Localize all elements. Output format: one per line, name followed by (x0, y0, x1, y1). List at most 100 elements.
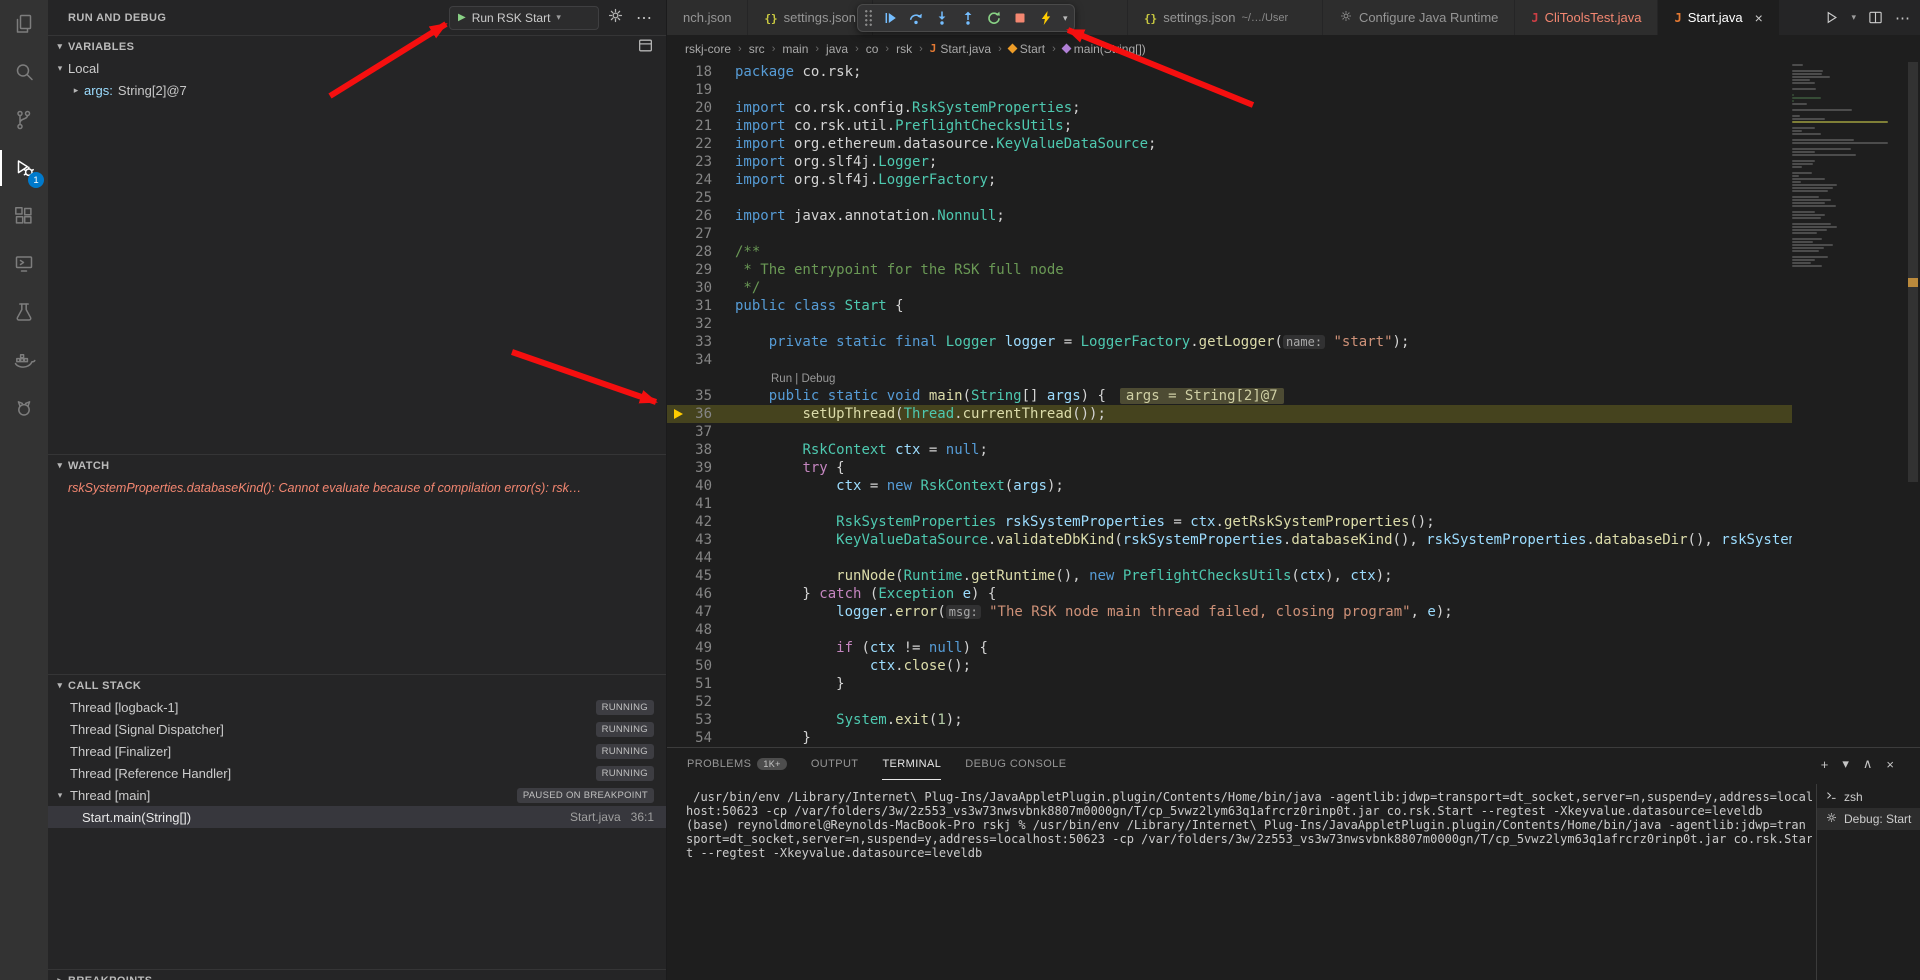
activity-extensions-icon[interactable] (0, 192, 48, 240)
watch-expression[interactable]: rskSystemProperties.databaseKind(): Cann… (48, 476, 666, 495)
gutter[interactable]: 50 (667, 657, 735, 675)
code-line[interactable]: 39 try { (667, 459, 1792, 477)
launch-profile-dropdown-icon[interactable]: ▾ (1842, 756, 1849, 772)
code-line[interactable]: 42 RskSystemProperties rskSystemProperti… (667, 513, 1792, 531)
code-line[interactable]: 24import org.slf4j.LoggerFactory; (667, 171, 1792, 189)
code-line[interactable]: 21import co.rsk.util.PreflightChecksUtil… (667, 117, 1792, 135)
code-text[interactable] (735, 351, 1792, 369)
code-line[interactable]: 52 (667, 693, 1792, 711)
breadcrumb-item[interactable]: co (866, 42, 879, 56)
start-debugging-icon[interactable]: ▶ (458, 12, 466, 23)
code-line[interactable]: 53 System.exit(1); (667, 711, 1792, 729)
gutter[interactable]: 25 (667, 189, 735, 207)
code-text[interactable]: logger.error(msg: "The RSK node main thr… (735, 603, 1792, 621)
tab-nch-json[interactable]: nch.json (667, 0, 748, 35)
code-line[interactable]: 36 setUpThread(Thread.currentThread()); (667, 405, 1792, 423)
code-line[interactable]: 45 runNode(Runtime.getRuntime(), new Pre… (667, 567, 1792, 585)
code-line[interactable]: 47 logger.error(msg: "The RSK node main … (667, 603, 1792, 621)
activity-explorer-icon[interactable] (0, 0, 48, 48)
gutter[interactable]: 54 (667, 729, 735, 747)
code-text[interactable]: import org.ethereum.datasource.KeyValueD… (735, 135, 1792, 153)
gutter[interactable]: 31 (667, 297, 735, 315)
gutter[interactable]: 19 (667, 81, 735, 99)
code-text[interactable] (735, 189, 1792, 207)
code-text[interactable]: public class Start { (735, 297, 1792, 315)
breadcrumb-item[interactable]: main(String[]) (1063, 42, 1146, 56)
gutter[interactable]: 32 (667, 315, 735, 333)
code-text[interactable]: ctx = new RskContext(args); (735, 477, 1792, 495)
gutter[interactable]: 26 (667, 207, 735, 225)
variable-args[interactable]: ▸ args: String[2]@7 (48, 79, 666, 101)
run-dropdown-icon[interactable]: ▾ (1851, 12, 1856, 23)
code-line[interactable]: 40 ctx = new RskContext(args); (667, 477, 1792, 495)
codelens-run-debug-link[interactable]: Run | Debug (735, 373, 835, 385)
code-line[interactable]: 50 ctx.close(); (667, 657, 1792, 675)
code-text[interactable]: private static final Logger logger = Log… (735, 333, 1792, 351)
codelens-row[interactable]: Run | Debug (667, 369, 1792, 387)
code-line[interactable]: 48 (667, 621, 1792, 639)
tab-start-java[interactable]: JStart.java× (1658, 0, 1779, 35)
code-text[interactable]: /** (735, 243, 1792, 261)
code-text[interactable]: runNode(Runtime.getRuntime(), new Prefli… (735, 567, 1792, 585)
code-text[interactable]: RskSystemProperties rskSystemProperties … (735, 513, 1792, 531)
call-stack-row[interactable]: Start.main(String[])Start.java36:1 (48, 806, 666, 828)
panel-tab-terminal[interactable]: TERMINAL (882, 748, 941, 780)
code-line[interactable]: 32 (667, 315, 1792, 333)
gutter[interactable]: 28 (667, 243, 735, 261)
maximize-panel-icon[interactable]: ∧ (1863, 756, 1873, 772)
gutter[interactable] (667, 369, 735, 387)
breadcrumb-item[interactable]: rsk (896, 42, 912, 56)
panel-tab-problems[interactable]: PROBLEMS1K+ (687, 748, 787, 780)
scrollbar-thumb[interactable] (1908, 62, 1918, 482)
code-text[interactable]: package co.rsk; (735, 63, 1792, 81)
close-icon[interactable]: × (1755, 10, 1763, 26)
terminal-session-debug-start[interactable]: Debug: Start (1817, 808, 1920, 830)
call-stack-row[interactable]: ▾Thread [main]PAUSED ON BREAKPOINT (48, 784, 666, 806)
activity-run-and-debug-icon[interactable]: 1 (0, 144, 48, 192)
code-line[interactable]: 51 } (667, 675, 1792, 693)
code-area[interactable]: 18package co.rsk;1920import co.rsk.confi… (667, 63, 1792, 747)
code-line[interactable]: 46 } catch (Exception e) { (667, 585, 1792, 603)
activity-docker-icon[interactable] (0, 336, 48, 384)
code-line[interactable]: 38 RskContext ctx = null; (667, 441, 1792, 459)
gutter[interactable]: 36 (667, 405, 735, 423)
code-text[interactable]: import co.rsk.config.RskSystemProperties… (735, 99, 1792, 117)
code-line[interactable]: 23import org.slf4j.Logger; (667, 153, 1792, 171)
gutter[interactable]: 52 (667, 693, 735, 711)
code-line[interactable]: 28/** (667, 243, 1792, 261)
gutter[interactable]: 30 (667, 279, 735, 297)
call-stack-row[interactable]: Thread [Reference Handler]RUNNING (48, 762, 666, 784)
tab-clitoolstest-java[interactable]: JCliToolsTest.java (1515, 0, 1658, 35)
gutter[interactable]: 34 (667, 351, 735, 369)
activity-search-icon[interactable] (0, 48, 48, 96)
gutter[interactable]: 20 (667, 99, 735, 117)
activity-testing-icon[interactable] (0, 288, 48, 336)
code-line[interactable]: 29 * The entrypoint for the RSK full nod… (667, 261, 1792, 279)
gutter[interactable]: 48 (667, 621, 735, 639)
hot-code-replace-icon[interactable] (1034, 6, 1058, 30)
gutter[interactable]: 27 (667, 225, 735, 243)
code-text[interactable] (735, 423, 1792, 441)
code-text[interactable]: public static void main(String[] args) {… (735, 387, 1792, 405)
new-terminal-icon[interactable]: + (1821, 757, 1829, 772)
close-panel-icon[interactable]: × (1886, 757, 1894, 772)
call-stack-header[interactable]: ▾ CALL STACK (48, 674, 666, 696)
gutter[interactable]: 37 (667, 423, 735, 441)
gutter[interactable]: 22 (667, 135, 735, 153)
code-line[interactable]: 31public class Start { (667, 297, 1792, 315)
restart-icon[interactable] (982, 6, 1006, 30)
more-actions-icon[interactable]: ⋯ (632, 8, 656, 28)
code-text[interactable]: import org.slf4j.Logger; (735, 153, 1792, 171)
code-line[interactable]: 34 (667, 351, 1792, 369)
gutter[interactable]: 38 (667, 441, 735, 459)
code-text[interactable] (735, 621, 1792, 639)
code-line[interactable]: 41 (667, 495, 1792, 513)
run-icon[interactable] (1824, 10, 1839, 25)
activity-paw-icon[interactable] (0, 384, 48, 432)
code-text[interactable] (735, 225, 1792, 243)
stop-icon[interactable] (1008, 6, 1032, 30)
activity-remote-explorer-icon[interactable] (0, 240, 48, 288)
continue-icon[interactable] (878, 6, 902, 30)
call-stack-row[interactable]: Thread [Finalizer]RUNNING (48, 740, 666, 762)
panel-tab-debug-console[interactable]: DEBUG CONSOLE (965, 748, 1066, 780)
